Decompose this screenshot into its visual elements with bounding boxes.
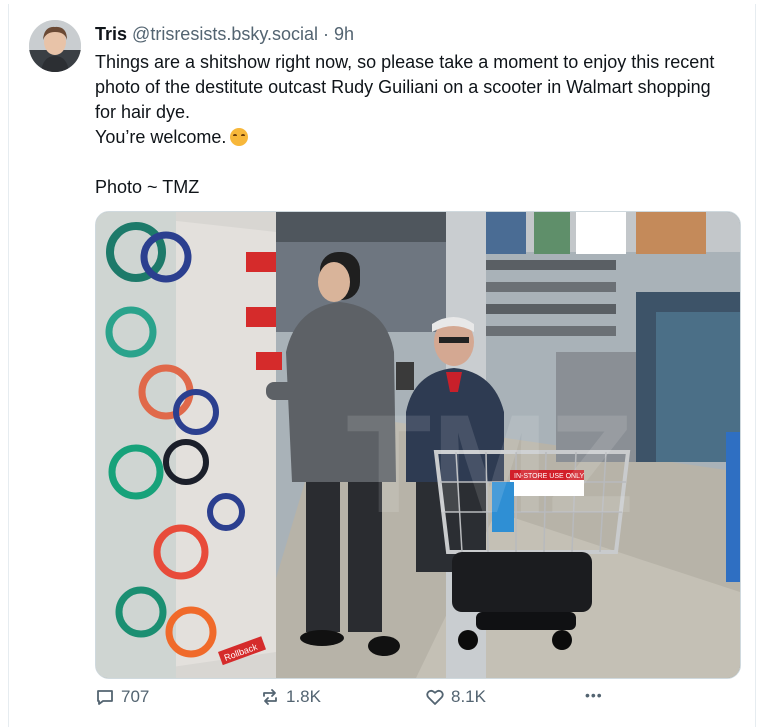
svg-text:TMZ: TMZ (346, 385, 634, 542)
author-name[interactable]: Tris (95, 24, 127, 44)
post-text-line: You’re welcome. (95, 125, 735, 150)
like-button[interactable]: 8.1K (425, 687, 486, 707)
more-options-button[interactable]: ••• (585, 687, 603, 703)
post-card[interactable]: Tris @trisresists.bsky.social · 9h Thing… (8, 4, 756, 727)
author-handle[interactable]: @trisresists.bsky.social (132, 24, 318, 44)
heart-icon (426, 689, 444, 705)
like-count: 8.1K (451, 687, 486, 706)
post-photo[interactable]: Rollback IN-STORE USE ONLY TMZ (95, 211, 741, 679)
repost-count: 1.8K (286, 687, 321, 706)
upside-down-face-emoji-icon (230, 128, 249, 146)
post-header: Tris @trisresists.bsky.social · 9h (95, 22, 354, 46)
author-avatar[interactable] (29, 20, 81, 72)
reply-count: 707 (121, 687, 150, 706)
repost-icon (263, 689, 277, 705)
header-separator: · (323, 24, 330, 44)
post-timestamp[interactable]: 9h (334, 24, 354, 44)
reply-icon (97, 690, 113, 705)
post-text-credit: Photo ~ TMZ (95, 177, 200, 197)
post-actions: 707 1.8K 8.1K ••• (95, 687, 735, 711)
post-text-paragraph: Things are a shitshow right now, so plea… (95, 52, 715, 122)
post-text: Things are a shitshow right now, so plea… (95, 50, 735, 200)
more-options-icon: ••• (585, 687, 603, 703)
reply-button[interactable]: 707 (95, 687, 149, 707)
post-text-welcome: You’re welcome. (95, 127, 227, 147)
repost-button[interactable]: 1.8K (260, 687, 321, 707)
